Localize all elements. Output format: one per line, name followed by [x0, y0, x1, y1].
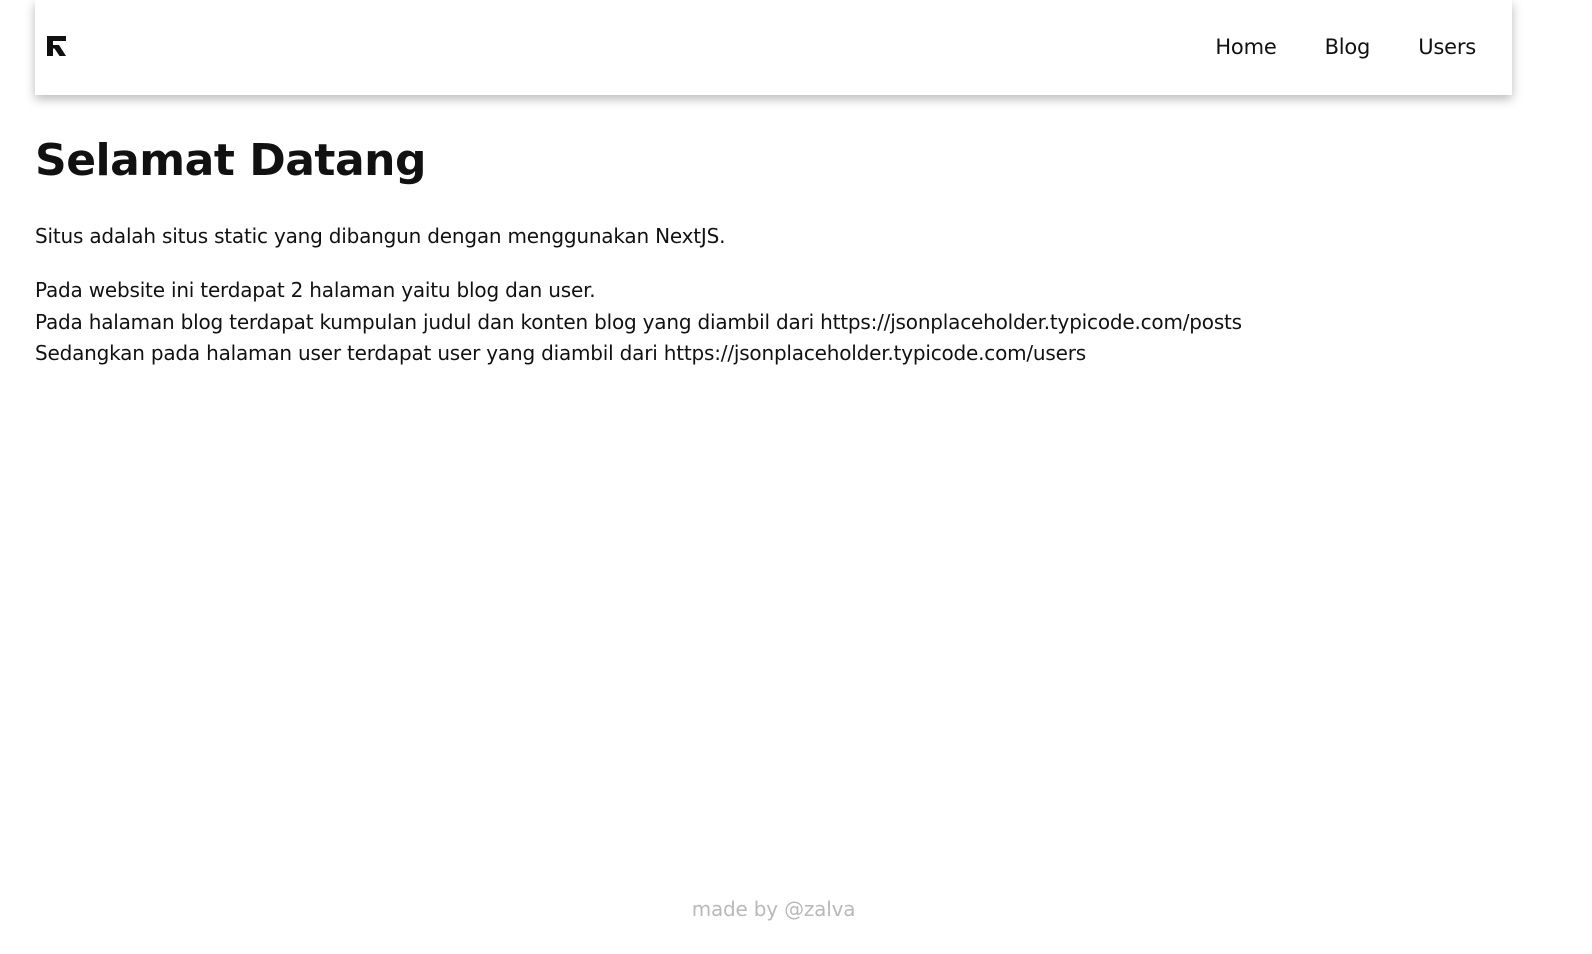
nav-link-users[interactable]: Users: [1418, 35, 1476, 59]
details-paragraph: Pada website ini terdapat 2 halaman yait…: [35, 275, 1515, 370]
main-content: Selamat Datang Situs adalah situs static…: [35, 132, 1515, 370]
page-title: Selamat Datang: [35, 135, 426, 186]
footer-credit: made by @zalva: [691, 897, 856, 921]
top-navbar: Home Blog Users: [35, 0, 1512, 95]
nav-link-blog[interactable]: Blog: [1325, 35, 1371, 59]
nav-link-home[interactable]: Home: [1215, 35, 1276, 59]
details-line: Pada website ini terdapat 2 halaman yait…: [35, 278, 596, 302]
details-line: Sedangkan pada halaman user terdapat use…: [35, 341, 1086, 365]
details-line: Pada halaman blog terdapat kumpulan judu…: [35, 309, 1242, 334]
intro-paragraph: Situs adalah situs static yang dibangun …: [35, 224, 726, 248]
home-logo-link[interactable]: [46, 35, 68, 57]
r-letter-logo-icon: [47, 35, 66, 56]
nav-links: Home Blog Users: [1215, 35, 1476, 59]
